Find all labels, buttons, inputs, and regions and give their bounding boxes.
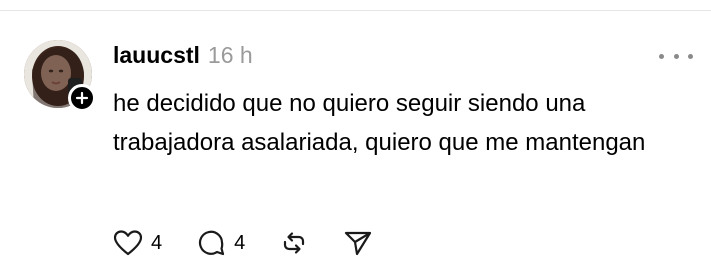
more-horizontal-icon xyxy=(659,53,664,59)
post-actions: 4 4 xyxy=(113,226,407,260)
repost-button[interactable] xyxy=(279,228,309,258)
send-icon xyxy=(345,231,372,256)
reply-button[interactable]: 4 xyxy=(196,228,245,258)
share-button[interactable] xyxy=(343,228,373,258)
top-divider xyxy=(0,10,711,11)
repost-icon xyxy=(284,232,305,254)
like-count: 4 xyxy=(151,231,163,254)
follow-button[interactable] xyxy=(68,84,96,112)
plus-icon xyxy=(75,91,89,105)
more-dot xyxy=(673,53,679,59)
comment-icon xyxy=(199,230,225,256)
timestamp: 16 h xyxy=(207,42,253,68)
more-dot xyxy=(688,53,693,59)
more-options-button[interactable] xyxy=(659,46,693,66)
heart-icon xyxy=(113,230,143,256)
avatar-container[interactable] xyxy=(24,40,96,112)
username[interactable]: lauucstl xyxy=(113,42,200,69)
reply-count: 4 xyxy=(234,231,246,254)
post-text: he decidido que no quiero seguir siendo … xyxy=(113,90,646,156)
like-button[interactable]: 4 xyxy=(113,229,162,257)
post-header: lauucstl 16 h xyxy=(113,42,253,69)
